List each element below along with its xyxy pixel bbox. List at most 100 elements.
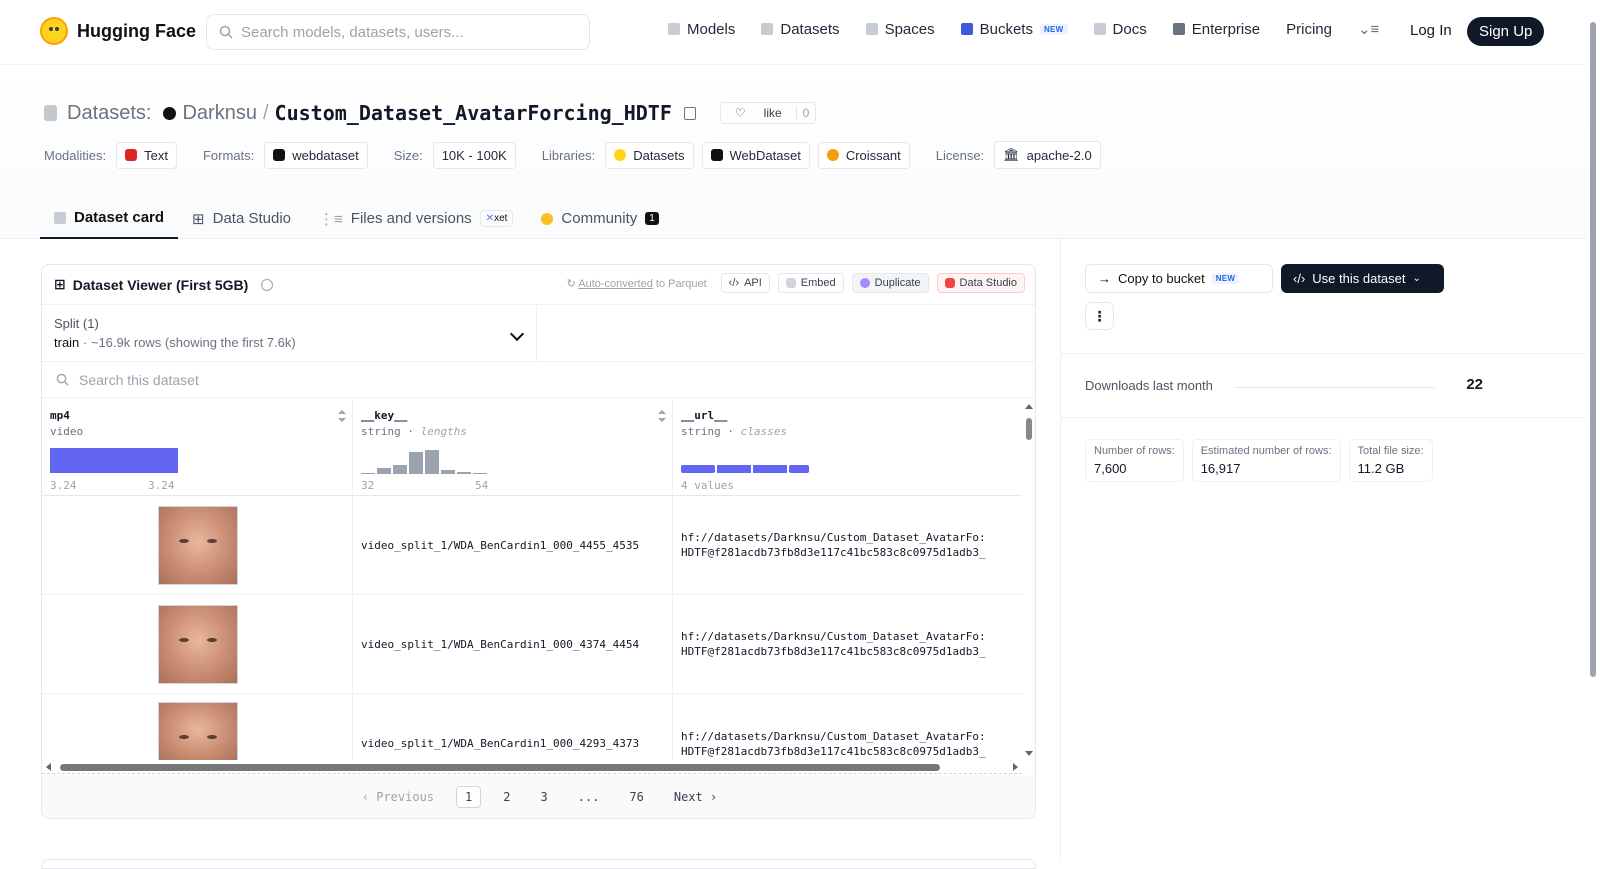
- next-page-button[interactable]: Next ›: [666, 787, 725, 807]
- histogram-bar[interactable]: [425, 450, 439, 474]
- nav-datasets[interactable]: Datasets: [761, 21, 840, 38]
- login-link[interactable]: Log In: [1410, 22, 1452, 39]
- table-cell-key[interactable]: video_split_1/WDA_BenCardin1_000_4374_44…: [353, 595, 672, 694]
- repo-type-label[interactable]: Datasets:: [67, 102, 151, 125]
- use-dataset-button[interactable]: ‹/› Use this dataset ⌄: [1281, 264, 1444, 293]
- signup-button[interactable]: Sign Up: [1467, 17, 1545, 46]
- table-cell-key[interactable]: video_split_1/WDA_BenCardin1_000_4455_45…: [353, 496, 672, 595]
- scroll-left-icon[interactable]: [46, 763, 51, 771]
- data-studio-button[interactable]: Data Studio: [936, 273, 1025, 293]
- nav-models[interactable]: Models: [668, 21, 735, 38]
- class-segment[interactable]: [681, 465, 715, 473]
- api-button[interactable]: ‹/› API: [720, 273, 770, 293]
- nav-buckets-label: Buckets: [979, 20, 1033, 38]
- histogram-bar[interactable]: [393, 465, 407, 474]
- scroll-thumb[interactable]: [1590, 22, 1596, 677]
- histogram-bar[interactable]: [409, 452, 423, 474]
- scroll-up-icon[interactable]: [1025, 404, 1033, 409]
- data-studio-icon: [944, 278, 955, 288]
- table-cell-url[interactable]: hf://datasets/Darknsu/Custom_Dataset_Ava…: [673, 595, 1022, 694]
- page-button[interactable]: 2: [495, 787, 518, 807]
- sort-icon[interactable]: [658, 410, 666, 422]
- grid-horizontal-scrollbar[interactable]: [42, 760, 1022, 774]
- license-label: License:: [935, 147, 985, 163]
- tag-modality[interactable]: Text: [116, 141, 177, 169]
- page-button[interactable]: 76: [621, 787, 651, 807]
- copy-icon[interactable]: [683, 106, 696, 120]
- owner-avatar: [163, 106, 177, 120]
- tag-library-datasets[interactable]: Datasets: [605, 141, 694, 169]
- sort-icon[interactable]: [338, 410, 346, 422]
- xet-badge: ✕xet: [479, 210, 514, 227]
- repo-name[interactable]: Custom_Dataset_AvatarForcing_HDTF: [275, 101, 672, 125]
- class-segment[interactable]: [753, 465, 787, 473]
- table-cell-video[interactable]: [42, 595, 352, 694]
- previous-page-button[interactable]: ‹ Previous: [354, 787, 442, 807]
- histogram-bar[interactable]: [473, 473, 487, 474]
- column-header[interactable]: mp4 video 3.24 3.24: [42, 400, 352, 496]
- tag-format[interactable]: webdataset: [264, 141, 368, 169]
- nav-pricing[interactable]: Pricing: [1286, 21, 1332, 38]
- auto-converted-link[interactable]: Auto-converted: [578, 278, 653, 290]
- scroll-down-icon[interactable]: [1025, 751, 1033, 756]
- nav-enterprise[interactable]: Enterprise: [1172, 21, 1260, 38]
- histogram-bar[interactable]: [361, 473, 375, 474]
- dataset-search-input[interactable]: Search this dataset: [42, 362, 1035, 398]
- tag-size[interactable]: 10K - 100K: [432, 141, 516, 169]
- copy-bucket-label: Copy to bucket: [1118, 271, 1205, 286]
- nav-docs[interactable]: Docs: [1093, 21, 1147, 38]
- histogram-bar[interactable]: [377, 468, 391, 474]
- grid-vertical-scrollbar[interactable]: [1022, 400, 1035, 760]
- video-thumbnail[interactable]: [158, 604, 238, 684]
- nav-buckets[interactable]: Buckets NEW: [960, 20, 1068, 38]
- scroll-thumb[interactable]: [60, 764, 940, 771]
- column-header[interactable]: __url__ string · classes 4 values: [673, 400, 1022, 496]
- scroll-thumb[interactable]: [1026, 418, 1032, 440]
- column-type-line: string · classes: [681, 425, 787, 438]
- histogram-bar[interactable]: [441, 470, 455, 474]
- data-studio-label: Data Studio: [959, 277, 1017, 289]
- search-placeholder: Search models, datasets, users...: [241, 23, 464, 41]
- class-segment[interactable]: [717, 465, 751, 473]
- video-thumbnail[interactable]: [158, 505, 238, 585]
- hf-logo[interactable]: Hugging Face: [40, 17, 196, 45]
- column-header[interactable]: __key__ string · lengths 32 54: [353, 400, 672, 496]
- nav-more-menu-icon[interactable]: ⌄≡: [1358, 20, 1379, 38]
- page-button[interactable]: 1: [456, 786, 482, 808]
- table-cell-video[interactable]: [42, 496, 352, 595]
- hf-datasets-icon: [614, 149, 627, 161]
- classes-bar: [681, 465, 809, 473]
- histogram-bar[interactable]: [457, 472, 471, 474]
- page-scrollbar[interactable]: [1586, 0, 1600, 861]
- tag-library-croissant[interactable]: Croissant: [817, 141, 910, 169]
- tag-library-webdataset[interactable]: WebDataset: [701, 141, 810, 169]
- info-icon[interactable]: [261, 278, 274, 291]
- split-select[interactable]: Split (1) train · ~16.9k rows (showing t…: [42, 305, 537, 361]
- copy-to-bucket-button[interactable]: → Copy to bucket NEW: [1085, 264, 1273, 293]
- table-cell-video[interactable]: [42, 694, 352, 760]
- page-button[interactable]: 3: [532, 787, 555, 807]
- search-input[interactable]: Search models, datasets, users...: [206, 14, 590, 50]
- tab-community[interactable]: Community 1: [527, 198, 672, 239]
- owner-link[interactable]: Darknsu: [182, 102, 256, 125]
- cube-icon: [668, 23, 680, 35]
- search-icon: [219, 25, 233, 39]
- tab-dataset-card[interactable]: Dataset card: [40, 198, 179, 239]
- tab-files[interactable]: ⋮≡ Files and versions ✕xet: [305, 198, 527, 239]
- histogram-bar[interactable]: [50, 448, 178, 473]
- column-type: string: [681, 425, 721, 438]
- tab-data-studio[interactable]: ⊞ Data Studio: [178, 198, 305, 239]
- table-cell-key[interactable]: video_split_1/WDA_BenCardin1_000_4293_43…: [353, 694, 672, 760]
- duplicate-button[interactable]: Duplicate: [851, 273, 929, 293]
- class-segment[interactable]: [789, 465, 809, 473]
- tab-label: Files and versions: [350, 210, 472, 227]
- tag-license[interactable]: 🏛 apache-2.0: [994, 141, 1101, 169]
- like-button[interactable]: ♡ like 0: [719, 102, 817, 124]
- nav-spaces[interactable]: Spaces: [865, 21, 935, 38]
- video-thumbnail[interactable]: [158, 702, 238, 760]
- more-options-button[interactable]: ⋮: [1085, 302, 1114, 330]
- embed-button[interactable]: Embed: [777, 273, 844, 293]
- table-cell-url[interactable]: hf://datasets/Darknsu/Custom_Dataset_Ava…: [673, 694, 1022, 760]
- table-cell-url[interactable]: hf://datasets/Darknsu/Custom_Dataset_Ava…: [673, 496, 1022, 595]
- scroll-right-icon[interactable]: [1013, 763, 1018, 771]
